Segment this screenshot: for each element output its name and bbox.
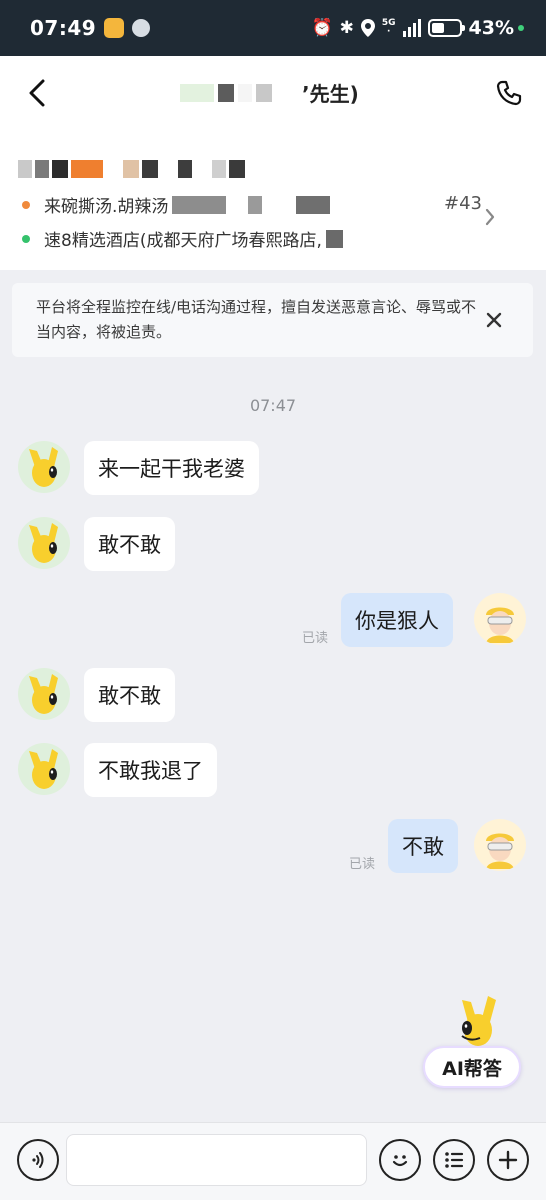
plus-icon — [498, 1150, 518, 1170]
redacted-block — [256, 83, 272, 102]
bluetooth-icon: ✱ — [339, 17, 354, 38]
order-card[interactable]: 来碗撕汤.胡辣汤 #43 速8精选酒店(成都天府广场春熙路店, — [0, 130, 546, 270]
redacted-block — [230, 195, 245, 214]
close-icon[interactable] — [485, 311, 503, 329]
mascot-avatar-icon — [29, 749, 58, 789]
rider-avatar[interactable] — [18, 517, 70, 569]
redacted-block — [238, 83, 252, 102]
menu-list-icon — [445, 1152, 464, 1168]
alarm-icon: ⏰ — [311, 17, 333, 38]
mascot-avatar-icon — [29, 447, 58, 487]
chat-header: ’先生) — [0, 56, 546, 130]
network-type: 5G ‧ — [381, 18, 396, 37]
redacted-block — [18, 160, 32, 178]
redacted-block — [52, 160, 68, 178]
redacted-block — [71, 160, 103, 178]
battery-percent: 43% — [468, 17, 514, 39]
more-button[interactable] — [487, 1139, 529, 1181]
message-bubble-received[interactable]: 敢不敢 — [84, 517, 175, 571]
call-button[interactable] — [494, 78, 524, 108]
back-button[interactable] — [22, 76, 52, 110]
user-avatar-icon — [486, 607, 514, 643]
page-title: ’先生) — [180, 78, 359, 107]
address-dot — [22, 234, 30, 243]
redacted-block — [172, 195, 227, 214]
signal-icon — [402, 19, 421, 37]
order-top-line — [18, 160, 245, 178]
user-avatar[interactable] — [474, 819, 526, 871]
chevron-left-icon — [29, 79, 45, 107]
quick-reply-button[interactable] — [433, 1139, 475, 1181]
store-name: 来碗撕汤.胡辣汤 — [44, 197, 169, 217]
read-receipt: 已读 — [349, 857, 376, 872]
hotel-address: 速8精选酒店(成都天府广场春熙路店, — [44, 231, 322, 251]
user-avatar[interactable] — [474, 593, 526, 645]
privacy-dot-icon — [518, 25, 524, 31]
chevron-right-icon[interactable] — [484, 207, 496, 227]
app-notification-icon-2 — [132, 19, 151, 37]
input-bar — [0, 1122, 546, 1200]
voice-icon — [32, 1152, 44, 1168]
redacted-block — [218, 83, 234, 102]
redacted-block — [325, 229, 343, 248]
order-address-line: 速8精选酒店(成都天府广场春熙路店, — [22, 226, 343, 251]
message-bubble-received[interactable]: 敢不敢 — [84, 668, 175, 722]
message-input[interactable] — [66, 1134, 367, 1186]
redacted-block — [142, 160, 158, 178]
title-text: ’先生) — [302, 82, 359, 106]
app-notification-icon — [104, 18, 125, 38]
battery-icon — [427, 19, 465, 37]
rider-avatar[interactable] — [18, 743, 70, 795]
ai-mascot-icon[interactable] — [450, 990, 510, 1050]
redacted-block — [123, 160, 139, 178]
store-dot — [22, 200, 30, 209]
location-icon — [360, 19, 375, 37]
status-bar: 07:49 ⏰ ✱ 5G ‧ 43% — [0, 0, 546, 56]
notice-text: 平台将全程监控在线/电话沟通过程，擅自发送恶意言论、辱骂或不当内容，将被追责。 — [36, 298, 477, 341]
redacted-block — [195, 160, 209, 178]
redacted-block — [161, 160, 175, 178]
redacted-block — [180, 83, 214, 102]
emoji-icon — [392, 1155, 408, 1167]
redacted-block — [106, 160, 120, 178]
order-number: #43 — [444, 193, 482, 214]
redacted-block — [212, 160, 226, 178]
mascot-avatar-icon — [29, 674, 58, 714]
message-bubble-received[interactable]: 不敢我退了 — [84, 743, 217, 797]
user-avatar-icon — [486, 833, 514, 869]
rider-avatar[interactable] — [18, 668, 70, 720]
message-bubble-sent[interactable]: 你是狠人 — [341, 593, 453, 647]
redacted-block — [266, 195, 293, 214]
status-time: 07:49 — [30, 16, 97, 40]
redacted-block — [248, 195, 263, 214]
read-receipt: 已读 — [302, 631, 329, 646]
voice-button[interactable] — [17, 1139, 59, 1181]
rider-avatar[interactable] — [18, 441, 70, 493]
redacted-block — [178, 160, 192, 178]
emoji-button[interactable] — [379, 1139, 421, 1181]
ai-help-button[interactable]: AI帮答 — [423, 1046, 521, 1088]
redacted-block — [35, 160, 49, 178]
chat-timestamp: 07:47 — [249, 396, 297, 415]
mascot-avatar-icon — [29, 523, 58, 563]
monitoring-notice: 平台将全程监控在线/电话沟通过程，擅自发送恶意言论、辱骂或不当内容，将被追责。 — [12, 283, 533, 357]
redacted-block — [296, 195, 331, 214]
message-bubble-sent[interactable]: 不敢 — [388, 819, 458, 873]
phone-icon — [496, 80, 522, 106]
message-bubble-received[interactable]: 来一起干我老婆 — [84, 441, 259, 495]
order-store-line: 来碗撕汤.胡辣汤 — [22, 192, 331, 217]
status-icons: ⏰ ✱ 5G ‧ 43% — [311, 17, 524, 39]
redacted-block — [229, 160, 245, 178]
